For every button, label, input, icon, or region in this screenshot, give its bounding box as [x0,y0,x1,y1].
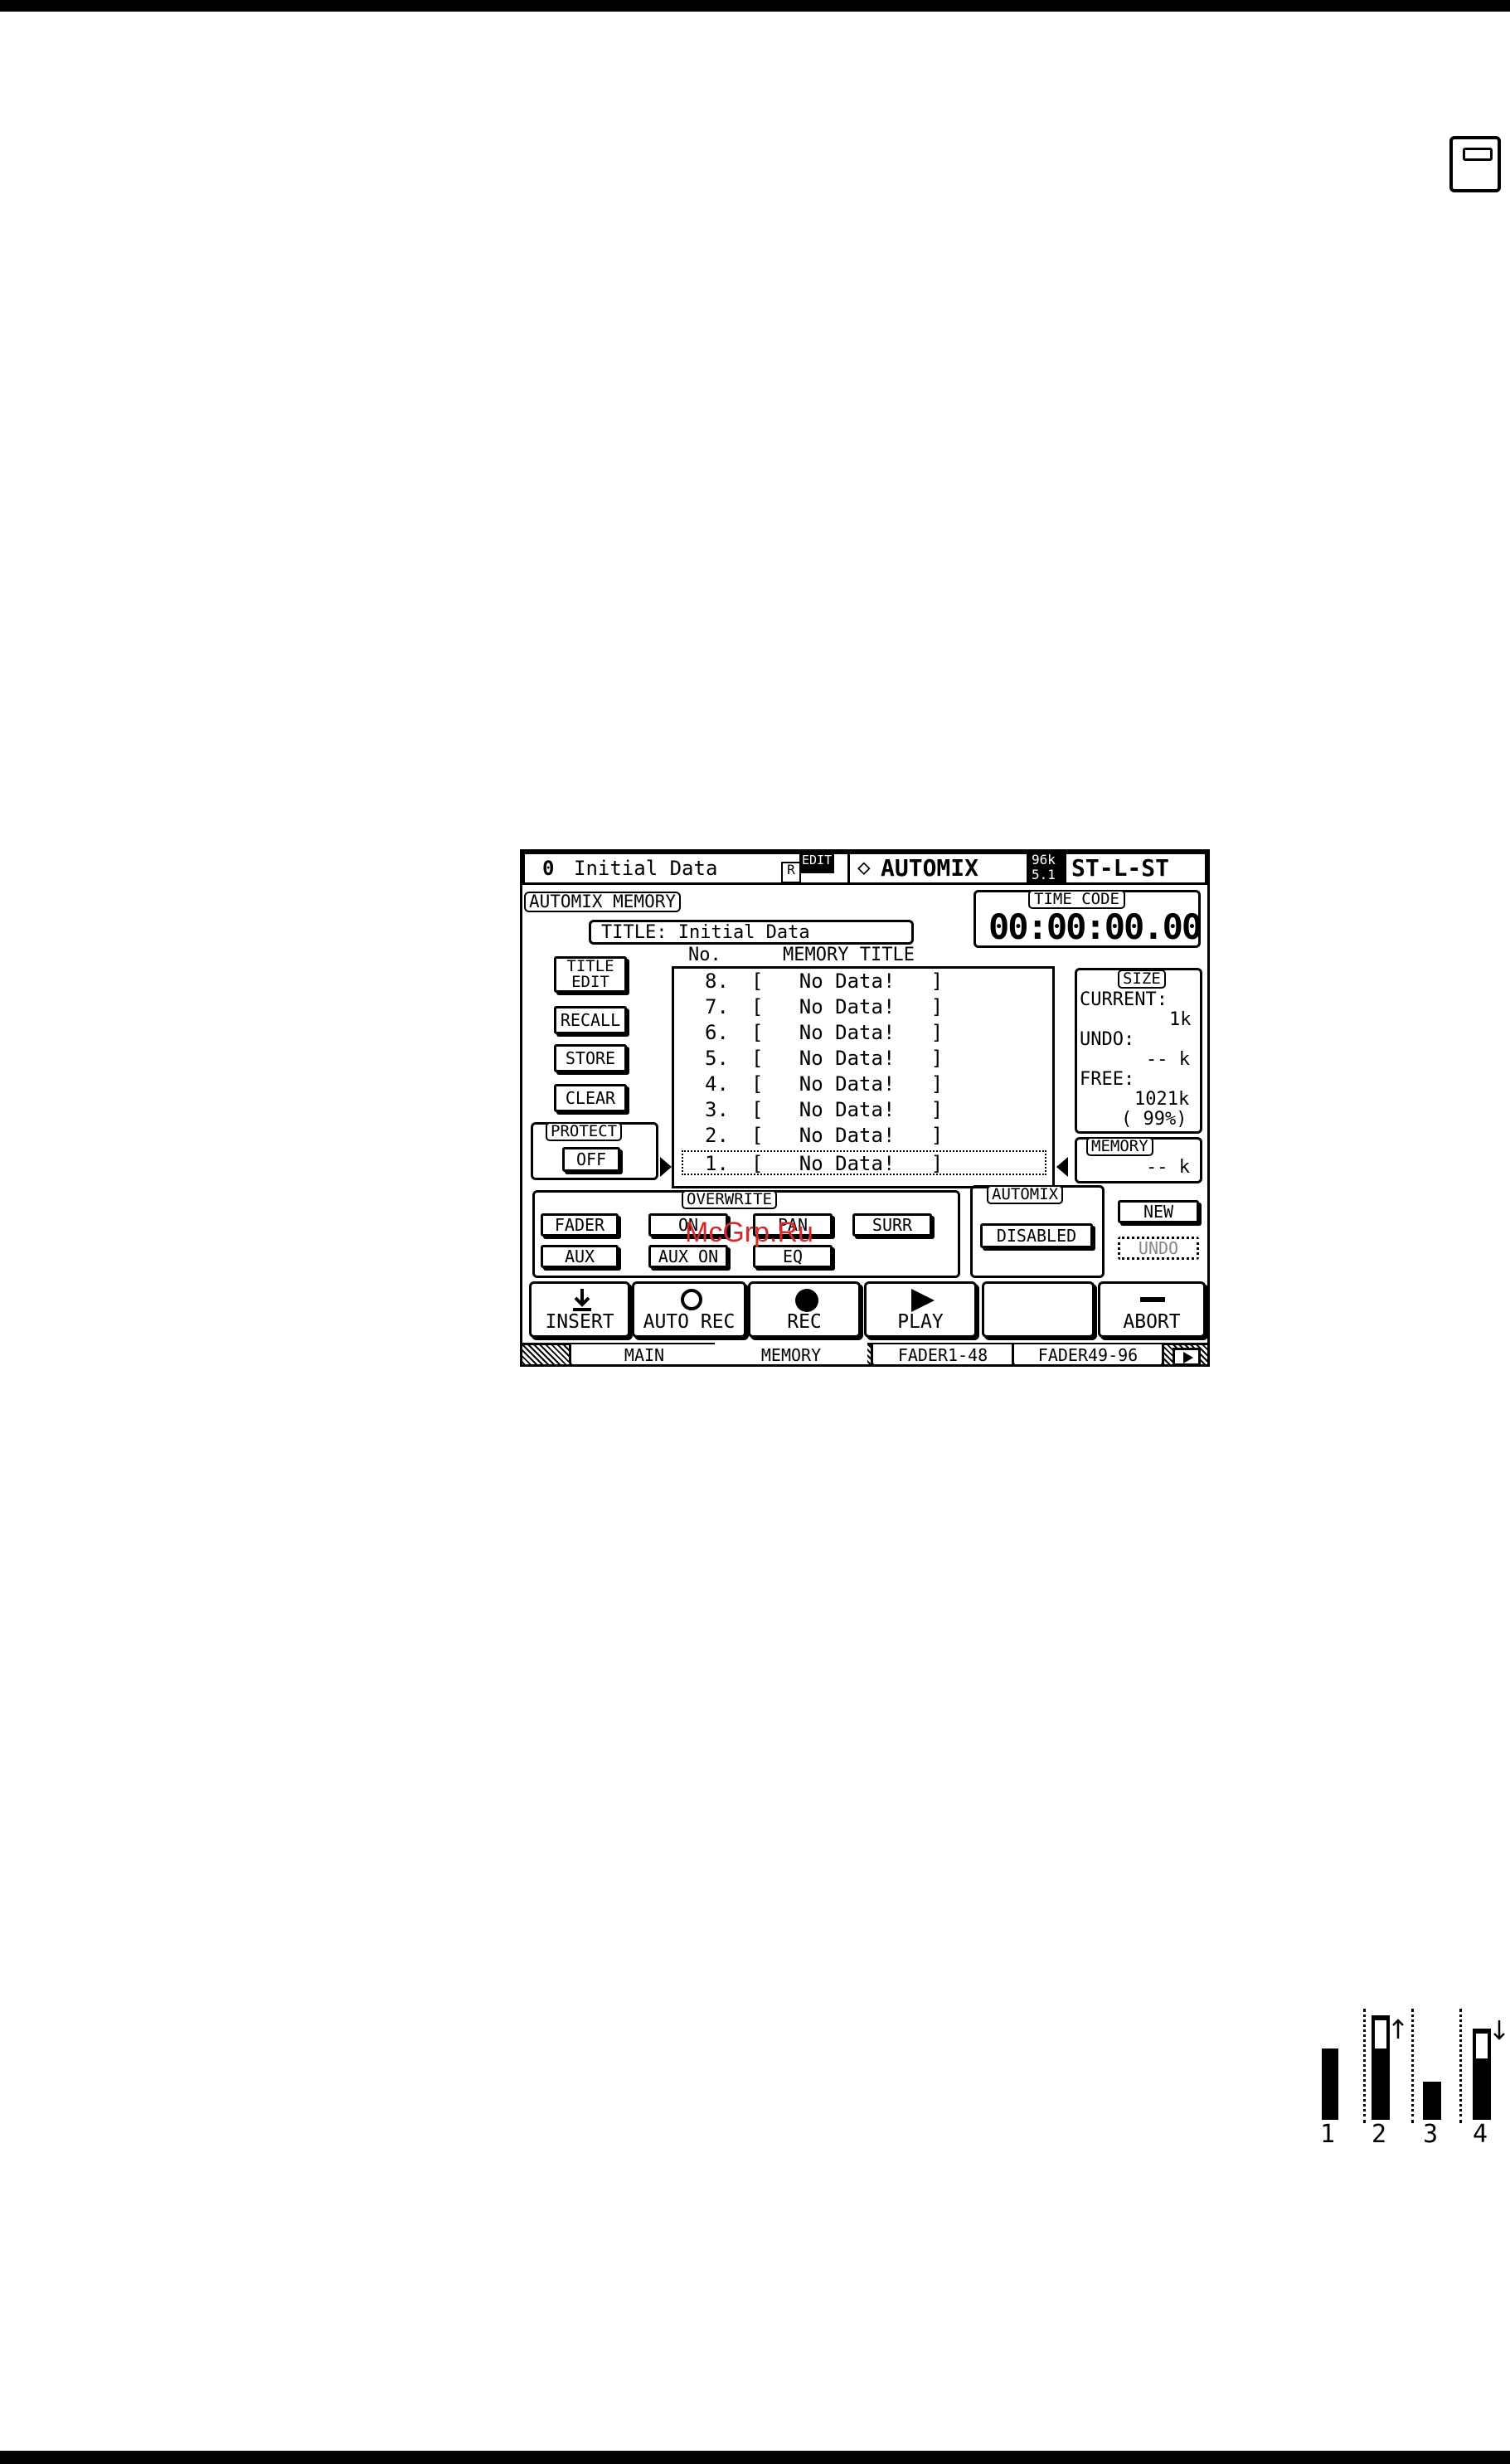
undo-label: UNDO: [1080,1029,1135,1050]
new-button[interactable]: NEW [1118,1200,1199,1223]
auto-rec-circle-icon [681,1289,702,1310]
overwrite-surr-button[interactable]: SURR [852,1213,932,1237]
list-item[interactable]: 4.[ No Data! ] [682,1072,1046,1097]
scene-title: Initial Data [574,857,718,880]
fader-bar-3 [1423,2082,1441,2120]
play-icon [911,1289,935,1312]
insert-icon [573,1289,591,1311]
free-percent: ( 99%) [1121,1109,1187,1130]
memory-label: MEMORY [1086,1137,1153,1156]
tab-scroll-arrow-icon [1183,1352,1193,1363]
edit-badge: EDIT [799,853,835,873]
stop-icon [1028,1290,1051,1313]
size-label: SIZE [1118,970,1166,989]
current-value: 1k [1169,1009,1192,1030]
title-field[interactable]: TITLE: Initial Data [589,920,914,945]
fader-bar-1 [1322,2048,1338,2120]
fader-diagram: 1 2 3 4 [1315,2007,1510,2156]
overwrite-eq-button[interactable]: EQ [753,1245,833,1268]
overwrite-aux-on-button[interactable]: AUX ON [648,1245,728,1268]
store-button[interactable]: STORE [554,1044,627,1072]
stereo-label: ST-L-ST [1071,854,1170,882]
list-item[interactable]: 2.[ No Data! ] [682,1124,1046,1149]
function-title: AUTOMIX [881,854,979,882]
automix-label: AUTOMIX [987,1185,1064,1204]
free-label: FREE: [1080,1069,1135,1090]
protect-toggle[interactable]: OFF [562,1147,620,1172]
rate-badge: 96k 5.1 [1027,852,1066,885]
scene-number: 0 [542,857,555,880]
list-item[interactable]: 6.[ No Data! ] [682,1021,1046,1046]
list-item[interactable]: 3.[ No Data! ] [682,1098,1046,1123]
rec-dot-icon [795,1289,818,1312]
tab-fader1-48[interactable]: FADER1-48 [871,1344,1015,1364]
watermark: McGrp.Ru [685,1217,813,1248]
fader-label-4: 4 [1473,2120,1488,2149]
col-title-header: MEMORY TITLE [783,945,915,965]
list-item[interactable]: 8.[ No Data! ] [682,970,1046,994]
title-edit-button[interactable]: TITLE EDIT [554,956,627,993]
cursor-right-arrow-icon [660,1157,672,1177]
overwrite-aux-button[interactable]: AUX [541,1245,619,1268]
col-no-header: No. [688,945,721,965]
list-item[interactable]: 7.[ No Data! ] [682,995,1046,1020]
insert-button[interactable]: INSERT [529,1281,630,1338]
list-item-selected[interactable]: 1.[ No Data! ] [682,1150,1046,1175]
overwrite-fader-button[interactable]: FADER [541,1213,619,1237]
time-code-value: 00:00:00.00 [988,906,1202,947]
tab-scroll-button[interactable] [1173,1348,1201,1364]
undo-button[interactable]: UNDO [1118,1237,1199,1260]
tab-fader49-96[interactable]: FADER49-96 [1012,1344,1164,1364]
tab-main[interactable]: MAIN [569,1344,720,1364]
diamond-icon: ◇ [857,855,871,880]
abort-button[interactable]: ABORT [1098,1281,1206,1338]
automix-memory-label: AUTOMIX MEMORY [524,892,682,912]
lcd-screen: 0 Initial Data R EDIT ◇ AUTOMIX 96k 5.1 … [520,849,1210,1367]
clear-button[interactable]: CLEAR [554,1084,627,1112]
bottom-rule [0,2451,1510,2464]
up-arrow-icon [1392,2019,1404,2039]
fader-label-3: 3 [1423,2120,1439,2149]
down-arrow-icon [1493,2020,1505,2040]
cursor-left-arrow-icon [1056,1157,1068,1177]
fader-label-1: 1 [1320,2120,1336,2149]
r-badge: R [781,862,801,883]
protect-label: PROTECT [546,1122,623,1141]
fader-label-2: 2 [1372,2120,1387,2149]
abort-icon [1140,1297,1165,1302]
tab-memory[interactable]: MEMORY [715,1343,867,1364]
recall-button[interactable]: RECALL [554,1006,627,1034]
top-rule [0,0,1510,12]
free-value: 1021k [1134,1089,1190,1110]
current-label: CURRENT: [1080,989,1168,1010]
memory-value: -- k [1146,1157,1190,1178]
stop-button[interactable]: STOP [982,1281,1095,1338]
automix-enable-button[interactable]: DISABLED [980,1223,1093,1248]
play-button[interactable]: PLAY [864,1281,977,1338]
list-item[interactable]: 5.[ No Data! ] [682,1047,1046,1072]
page-tab-icon [1449,136,1501,192]
rec-button[interactable]: REC [748,1281,861,1338]
overwrite-label: OVERWRITE [682,1190,777,1209]
undo-value: -- k [1146,1049,1190,1070]
auto-rec-button[interactable]: AUTO REC [632,1281,746,1338]
